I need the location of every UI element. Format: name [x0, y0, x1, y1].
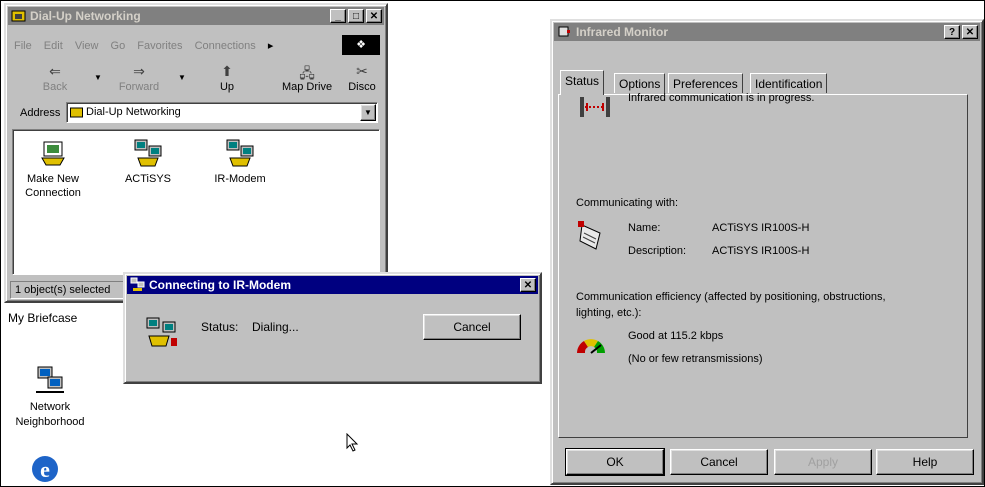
help-button[interactable]: Help — [876, 449, 974, 475]
ok-button[interactable]: OK — [565, 448, 665, 476]
close-button[interactable]: ✕ — [366, 9, 382, 23]
connection-title-icon — [130, 277, 145, 291]
menu-connections[interactable]: Connections — [195, 40, 256, 52]
infrared-help-button[interactable]: ? — [944, 25, 960, 39]
efficiency-label-line2: lighting, etc.): — [576, 307, 642, 319]
internet-explorer-icon[interactable]: e — [28, 452, 62, 486]
infrared-monitor-window: Infrared Monitor ? ✕ Status Options Pref… — [550, 19, 984, 485]
svg-text:e: e — [40, 457, 50, 482]
menu-bar: File Edit View Go Favorites Connections … — [14, 39, 282, 52]
dialup-window: Dial-Up Networking _ □ ✕ File Edit View … — [4, 3, 388, 303]
ir-modem-connection-icon — [226, 139, 254, 167]
dialup-title: Dial-Up Networking — [30, 9, 141, 23]
cancel-button[interactable]: Cancel — [670, 449, 768, 475]
back-button[interactable]: ⇐ Back — [28, 63, 82, 93]
make-new-connection-item[interactable]: Make New Connection — [18, 138, 88, 200]
tab-options[interactable]: Options — [614, 73, 666, 93]
actisys-item[interactable]: ACTiSYS — [113, 138, 183, 186]
map-drive-button[interactable]: 🖧 Map Drive — [274, 63, 340, 93]
speed-text: Good at 115.2 kbps — [628, 330, 724, 342]
menu-edit[interactable]: Edit — [44, 40, 63, 52]
menu-view[interactable]: View — [75, 40, 99, 52]
up-button[interactable]: ⬆ Up — [200, 63, 254, 93]
retransmissions-text: (No or few retransmissions) — [628, 353, 763, 365]
efficiency-gauge-icon — [577, 339, 605, 354]
menu-file[interactable]: File — [14, 40, 32, 52]
apply-button[interactable]: Apply — [774, 449, 872, 475]
infrared-close-button[interactable]: ✕ — [962, 25, 978, 39]
folder-icon — [11, 10, 26, 22]
mouse-cursor-icon — [346, 433, 359, 452]
forward-dropdown-icon[interactable]: ▼ — [178, 73, 186, 82]
connecting-dialog: Connecting to IR-Modem ✕ Status: Dialing… — [123, 272, 542, 384]
address-field[interactable]: Dial-Up Networking ▼ — [66, 102, 378, 123]
menu-more-arrow-icon[interactable]: ▸ — [268, 40, 274, 52]
make-new-connection-icon — [41, 141, 65, 166]
infrared-title: Infrared Monitor — [576, 25, 668, 39]
menu-go[interactable]: Go — [111, 40, 126, 52]
device-name-value: ACTiSYS IR100S-H — [712, 222, 810, 234]
device-icon — [578, 221, 601, 250]
back-arrow-icon: ⇐ — [49, 63, 61, 79]
infrared-message: Infrared communication is in progress. — [628, 92, 815, 104]
disconnect-button[interactable]: ✂ Disco — [342, 63, 382, 93]
network-neighborhood-item[interactable]: Network Neighborhood — [10, 365, 90, 430]
network-neighborhood-icon — [36, 366, 64, 393]
windows-logo-icon: ❖ — [342, 35, 380, 55]
file-list[interactable]: Make New Connection ACTiSYS IR-Modem — [12, 129, 380, 275]
infrared-title-icon — [558, 26, 570, 37]
dialup-titlebar[interactable]: Dial-Up Networking _ □ ✕ — [8, 7, 384, 25]
connecting-cancel-button[interactable]: Cancel — [423, 314, 521, 340]
actisys-connection-icon — [134, 139, 162, 167]
infrared-titlebar[interactable]: Infrared Monitor ? ✕ — [554, 23, 980, 41]
address-label: Address — [20, 107, 61, 119]
address-dropdown-button[interactable]: ▼ — [360, 104, 376, 121]
network-label-line2: Neighborhood — [15, 416, 85, 428]
infrared-beam-icon — [580, 97, 610, 117]
my-briefcase-label[interactable]: My Briefcase — [8, 311, 77, 325]
device-name-label: Name: — [628, 222, 661, 234]
communicating-with-label: Communicating with: — [576, 197, 679, 209]
tab-status[interactable]: Status — [560, 70, 605, 95]
connecting-title: Connecting to IR-Modem — [149, 278, 291, 292]
minimize-button[interactable]: _ — [330, 9, 346, 23]
dialing-connection-icon — [146, 317, 177, 347]
efficiency-label-line1: Communication efficiency (affected by po… — [576, 291, 886, 303]
map-drive-icon: 🖧 — [299, 65, 315, 81]
dialing-status-label: Status: — [201, 320, 239, 334]
connecting-close-button[interactable]: ✕ — [520, 278, 536, 292]
ir-modem-item[interactable]: IR-Modem — [205, 138, 275, 186]
menu-favorites[interactable]: Favorites — [137, 40, 182, 52]
tab-preferences[interactable]: Preferences — [668, 73, 743, 93]
connecting-titlebar[interactable]: Connecting to IR-Modem ✕ — [127, 276, 538, 294]
forward-arrow-icon: ⇒ — [133, 63, 145, 79]
network-label-line1: Network — [29, 401, 71, 413]
back-dropdown-icon[interactable]: ▼ — [94, 73, 102, 82]
forward-button[interactable]: ⇒ Forward — [112, 63, 166, 93]
dialing-status-value: Dialing... — [252, 320, 299, 334]
up-folder-icon: ⬆ — [221, 63, 233, 79]
status-panel — [558, 94, 968, 438]
tab-identification[interactable]: Identification — [750, 73, 828, 93]
device-description-value: ACTiSYS IR100S-H — [712, 245, 810, 257]
address-value: Dial-Up Networking — [86, 106, 181, 118]
device-description-label: Description: — [628, 245, 687, 257]
status-text: 1 object(s) selected — [15, 284, 111, 296]
disconnect-icon: ✂ — [356, 63, 368, 79]
address-folder-icon — [70, 107, 83, 118]
maximize-button[interactable]: □ — [348, 9, 364, 23]
